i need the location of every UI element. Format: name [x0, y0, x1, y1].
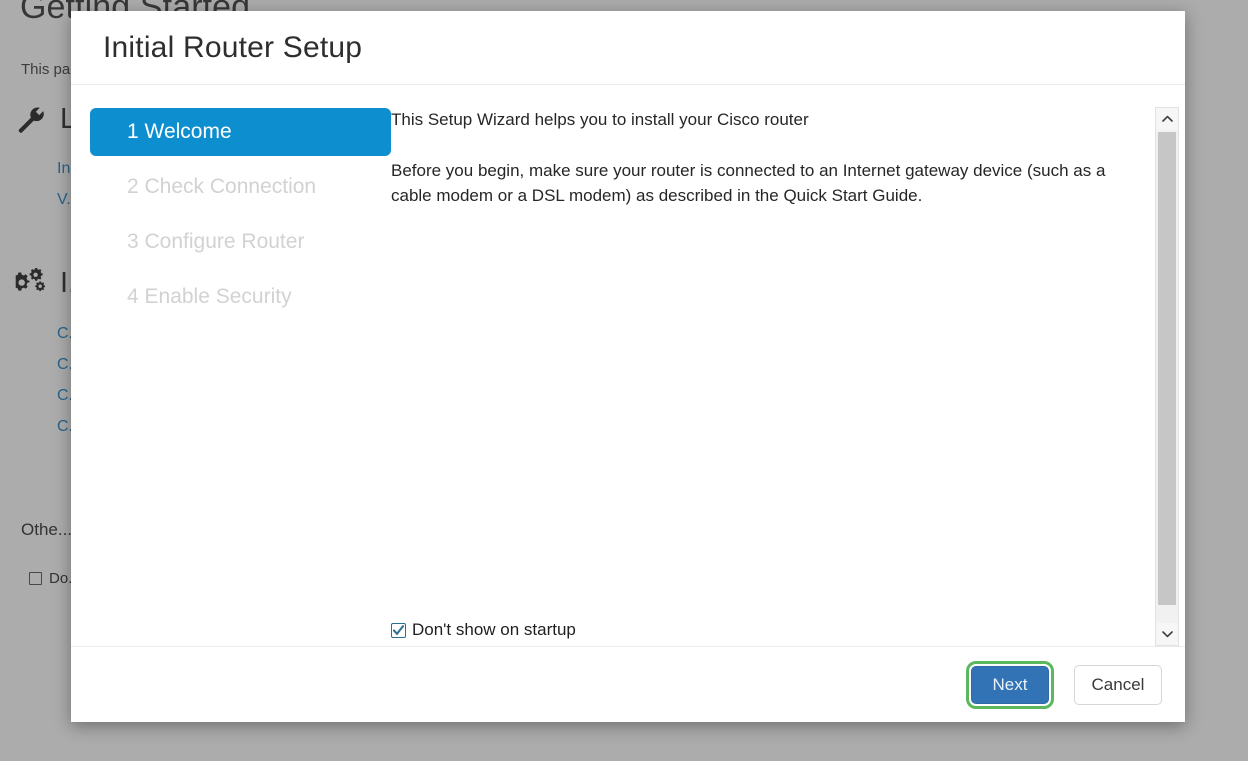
initial-router-setup-dialog: Initial Router Setup 1 Welcome 2 Check C…	[71, 11, 1185, 722]
dialog-footer: Next Cancel	[71, 646, 1185, 722]
dialog-content: This Setup Wizard helps you to install y…	[391, 107, 1155, 646]
scrollbar-track[interactable]	[1156, 130, 1178, 623]
wizard-step-check-connection[interactable]: 2 Check Connection	[90, 163, 391, 211]
dialog-header: Initial Router Setup	[71, 11, 1185, 85]
wizard-step-configure-router[interactable]: 3 Configure Router	[90, 218, 391, 266]
scrollbar-thumb[interactable]	[1158, 132, 1176, 606]
dont-show-on-startup-row[interactable]: Don't show on startup	[391, 620, 576, 640]
wizard-step-label: 1 Welcome	[127, 120, 232, 143]
page-root: Getting Started This page... L... In... …	[0, 0, 1248, 761]
dialog-content-wrap: This Setup Wizard helps you to install y…	[391, 107, 1185, 646]
chevron-down-icon[interactable]	[1156, 623, 1178, 645]
cancel-button[interactable]: Cancel	[1074, 664, 1162, 705]
dialog-title: Initial Router Setup	[103, 30, 363, 64]
chevron-up-icon[interactable]	[1156, 108, 1178, 130]
checkmark-icon	[393, 624, 404, 635]
next-button[interactable]: Next	[966, 660, 1054, 709]
content-scrollbar[interactable]	[1155, 107, 1179, 646]
wizard-step-enable-security[interactable]: 4 Enable Security	[90, 273, 391, 321]
wizard-step-label: 4 Enable Security	[127, 285, 292, 308]
dont-show-on-startup-checkbox[interactable]	[391, 622, 406, 638]
wizard-step-list: 1 Welcome 2 Check Connection 3 Configure…	[71, 107, 391, 646]
content-paragraph-intro: This Setup Wizard helps you to install y…	[391, 110, 809, 129]
content-paragraph-prerequisite: Before you begin, make sure your router …	[391, 161, 1106, 205]
dialog-body: 1 Welcome 2 Check Connection 3 Configure…	[71, 85, 1185, 646]
wizard-step-welcome[interactable]: 1 Welcome	[90, 108, 391, 156]
wizard-step-label: 3 Configure Router	[127, 230, 305, 253]
wizard-step-label: 2 Check Connection	[127, 175, 317, 198]
dont-show-on-startup-label: Don't show on startup	[412, 620, 576, 639]
